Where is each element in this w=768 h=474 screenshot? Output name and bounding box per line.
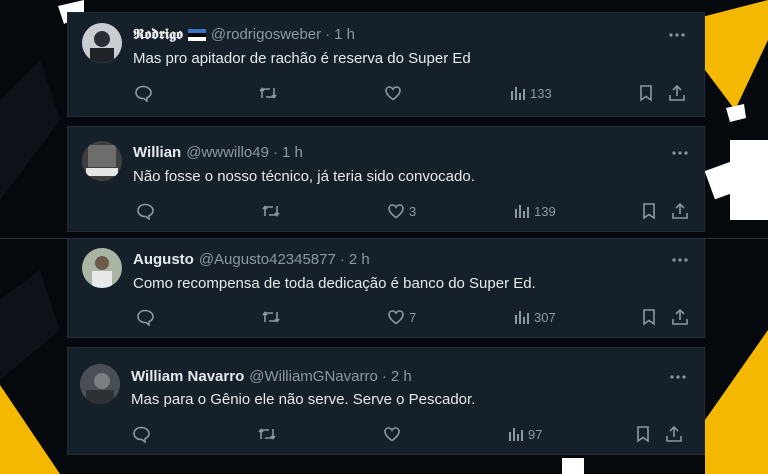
bookmark-icon	[637, 426, 649, 443]
avatar[interactable]	[80, 364, 120, 404]
user-handle[interactable]: @Augusto42345877	[199, 251, 336, 269]
reply-button[interactable]	[136, 307, 154, 327]
share-icon	[666, 425, 682, 442]
avatar-image	[82, 141, 122, 181]
like-button[interactable]: 3	[387, 201, 416, 221]
tweet-card[interactable]: Willian @wwwillo49 · 1 h Não fosse o nos…	[67, 126, 705, 232]
tweet-card[interactable]: 𝕽𝖔𝖉𝖗𝖎𝖌𝖔 @rodrigosweber · 1 h Mas pro api…	[67, 12, 705, 117]
separator-dot: ·	[381, 368, 387, 385]
share-icon	[672, 308, 688, 325]
display-name[interactable]: William Navarro	[131, 368, 244, 386]
tweet-header: Willian @wwwillo49 · 1 h	[133, 144, 303, 162]
display-name[interactable]: 𝕽𝖔𝖉𝖗𝖎𝖌𝖔	[133, 26, 183, 44]
retweet-icon	[262, 205, 280, 217]
likes-count: 3	[409, 203, 417, 219]
bookmark-button[interactable]	[635, 424, 651, 444]
user-handle[interactable]: @rodrigosweber	[211, 26, 321, 44]
tweet-text: Não fosse o nosso técnico, já teria sido…	[133, 168, 475, 185]
estonia-flag-icon	[187, 29, 206, 41]
tweet-card[interactable]: William Navarro @WilliamGNavarro · 2 h M…	[67, 347, 705, 455]
avatar[interactable]	[82, 141, 122, 181]
views-chart-icon	[515, 205, 529, 218]
share-icon	[669, 84, 685, 101]
more-dots-icon[interactable]	[669, 251, 691, 269]
tweet-text: Mas para o Gênio ele não serve. Serve o …	[131, 391, 476, 408]
views-chart-icon	[515, 311, 529, 324]
avatar[interactable]	[82, 248, 122, 288]
separator-dot: ·	[325, 26, 331, 43]
timestamp[interactable]: 1 h	[282, 144, 303, 162]
retweet-icon	[258, 428, 276, 440]
heart-icon	[384, 427, 400, 442]
reply-button[interactable]	[132, 424, 150, 444]
heart-icon	[388, 204, 404, 219]
timestamp[interactable]: 2 h	[349, 251, 370, 269]
bookmark-button[interactable]	[638, 83, 654, 103]
views-button[interactable]: 307	[514, 307, 556, 327]
likes-count: 7	[409, 309, 417, 325]
reply-icon	[137, 309, 154, 326]
retweet-icon	[259, 87, 277, 99]
like-button[interactable]: 7	[387, 307, 416, 327]
bookmark-icon	[643, 203, 655, 220]
views-chart-icon	[509, 428, 523, 441]
reply-icon	[133, 426, 150, 443]
share-button[interactable]	[671, 307, 689, 327]
more-dots-icon[interactable]	[669, 144, 691, 162]
timestamp[interactable]: 2 h	[391, 368, 412, 386]
avatar-image	[80, 364, 120, 404]
like-button[interactable]	[383, 424, 401, 444]
separator-dot: ·	[339, 251, 345, 268]
display-name[interactable]: Willian	[133, 144, 181, 162]
retweet-button[interactable]	[261, 201, 281, 221]
bookmark-button[interactable]	[641, 201, 657, 221]
avatar[interactable]	[82, 23, 122, 63]
display-name[interactable]: Augusto	[133, 251, 194, 269]
views-count: 133	[530, 85, 552, 101]
reply-button[interactable]	[136, 201, 154, 221]
user-handle[interactable]: @wwwillo49	[186, 144, 269, 162]
timestamp[interactable]: 1 h	[334, 26, 355, 44]
views-button[interactable]: 97	[508, 424, 542, 444]
like-button[interactable]	[384, 83, 402, 103]
heart-icon	[385, 86, 401, 101]
share-button[interactable]	[671, 201, 689, 221]
tweet-header: William Navarro @WilliamGNavarro · 2 h	[131, 368, 412, 386]
bookmark-button[interactable]	[641, 307, 657, 327]
retweet-button[interactable]	[258, 83, 278, 103]
tweet-text: Mas pro apitador de rachão é reserva do …	[133, 50, 471, 67]
user-handle[interactable]: @WilliamGNavarro	[249, 368, 378, 386]
views-count: 139	[534, 203, 556, 219]
share-button[interactable]	[665, 424, 683, 444]
views-chart-icon	[511, 87, 525, 100]
heart-icon	[388, 310, 404, 325]
avatar-image	[82, 248, 122, 288]
views-button[interactable]: 139	[514, 201, 556, 221]
more-dots-icon[interactable]	[666, 26, 688, 44]
share-icon	[672, 202, 688, 219]
separator-dot: ·	[272, 144, 278, 161]
reply-icon	[135, 85, 152, 102]
share-button[interactable]	[668, 83, 686, 103]
retweet-button[interactable]	[261, 307, 281, 327]
bookmark-icon	[643, 309, 655, 326]
views-count: 97	[528, 426, 543, 442]
more-dots-icon[interactable]	[667, 368, 689, 386]
tweet-header: 𝕽𝖔𝖉𝖗𝖎𝖌𝖔 @rodrigosweber · 1 h	[133, 26, 355, 44]
reply-icon	[137, 203, 154, 220]
views-count: 307	[534, 309, 556, 325]
reply-button[interactable]	[134, 83, 152, 103]
retweet-icon	[262, 311, 280, 323]
tweet-header: Augusto @Augusto42345877 · 2 h	[133, 251, 370, 269]
views-button[interactable]: 133	[510, 83, 552, 103]
tweet-card[interactable]: Augusto @Augusto42345877 · 2 h Como reco…	[67, 238, 705, 338]
tweet-text: Como recompensa de toda dedicação é banc…	[133, 275, 536, 292]
bookmark-icon	[640, 85, 652, 102]
retweet-button[interactable]	[257, 424, 277, 444]
avatar-image	[82, 23, 122, 63]
